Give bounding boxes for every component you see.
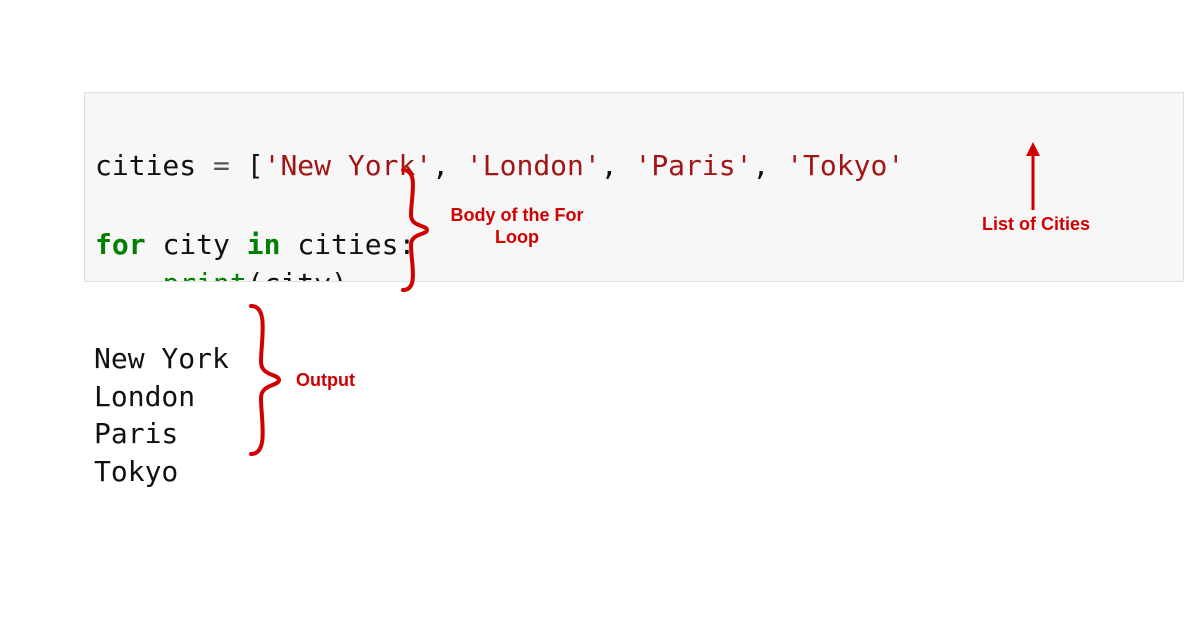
token-variable: city	[162, 228, 229, 261]
code-line-1: cities = ['New York', 'London', 'Paris',…	[95, 149, 904, 182]
output-line: New York	[94, 342, 229, 375]
token-string: 'Paris'	[634, 149, 752, 182]
token-keyword-for: for	[95, 228, 146, 261]
token-comma: ,	[601, 149, 635, 182]
token-paren-open: (	[247, 267, 264, 282]
output-block: New York London Paris Tokyo	[94, 302, 229, 491]
brace-output-icon	[243, 300, 287, 460]
token-variable: cities	[95, 149, 196, 182]
token-string: 'New York'	[264, 149, 433, 182]
token-colon: :	[398, 228, 415, 261]
token-function: print	[162, 267, 246, 282]
code-block: cities = ['New York', 'London', 'Paris',…	[84, 92, 1184, 282]
token-comma: ,	[752, 149, 786, 182]
code-line-4: print(city)	[95, 267, 348, 282]
token-comma: ,	[432, 149, 466, 182]
output-line: Paris	[94, 417, 178, 450]
output-line: London	[94, 380, 195, 413]
output-line: Tokyo	[94, 455, 178, 488]
annotation-body: Body of the For Loop	[432, 205, 602, 248]
token-paren-close: )	[331, 267, 348, 282]
annotation-list: List of Cities	[982, 214, 1090, 235]
code-line-3: for city in cities:	[95, 228, 415, 261]
token-keyword-in: in	[247, 228, 281, 261]
token-variable: cities	[297, 228, 398, 261]
token-string: 'London'	[466, 149, 601, 182]
annotation-output: Output	[296, 370, 355, 391]
token-argument: city	[264, 267, 331, 282]
token-operator: =	[196, 149, 247, 182]
token-string: 'Tokyo'	[786, 149, 904, 182]
token-bracket-open: [	[247, 149, 264, 182]
